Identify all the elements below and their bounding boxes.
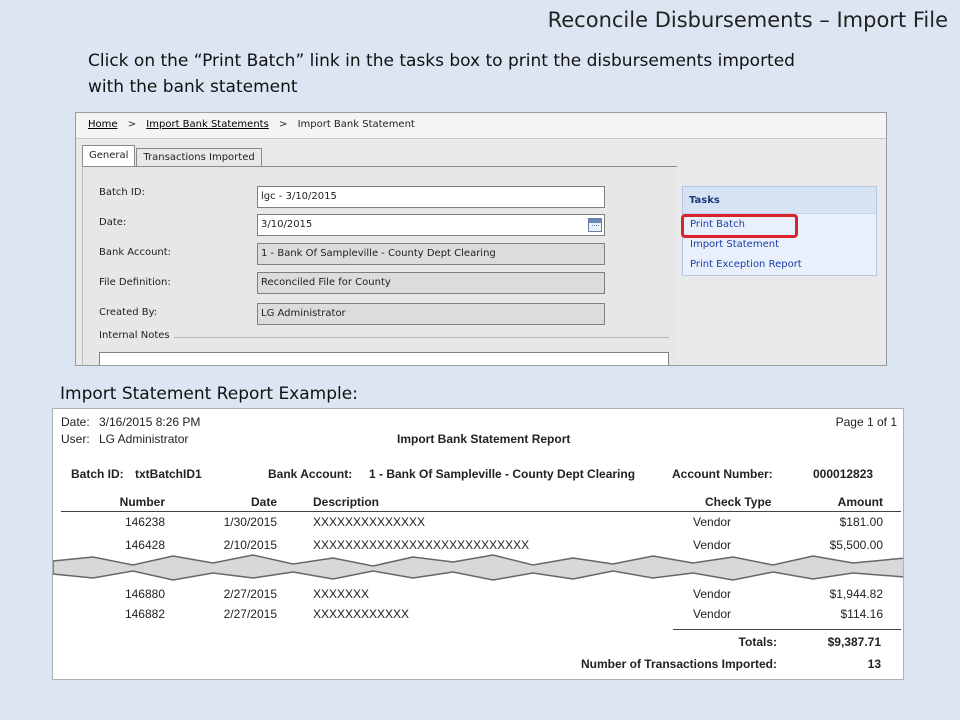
- report-batch-id-label: Batch ID:: [71, 467, 124, 481]
- row-amount: $181.00: [839, 515, 883, 529]
- row-check-type: Vendor: [693, 515, 732, 529]
- breadcrumb: Home > Import Bank Statements > Import B…: [76, 113, 886, 139]
- col-amount-header: Amount: [837, 495, 883, 509]
- row-description: XXXXXXX: [313, 587, 370, 601]
- report-user-label: User:: [61, 432, 90, 446]
- date-field[interactable]: 3/10/2015: [257, 214, 605, 236]
- row-description: XXXXXXXXXXXX: [313, 607, 410, 621]
- batch-id-label: Batch ID:: [99, 187, 145, 198]
- report-image: Date: 3/16/2015 8:26 PM User: LG Adminis…: [52, 408, 904, 680]
- date-label: Date:: [99, 217, 127, 228]
- task-import-statement-link[interactable]: Import Statement: [683, 236, 876, 256]
- col-date-header: Date: [250, 495, 277, 509]
- col-check-type-header: Check Type: [705, 495, 772, 509]
- created-by-field: LG Administrator: [257, 303, 605, 325]
- breadcrumb-current: Import Bank Statement: [297, 119, 415, 130]
- row-date: 1/30/2015: [223, 515, 277, 529]
- internal-notes-input[interactable]: [99, 352, 669, 365]
- totals-label: Totals:: [738, 635, 777, 649]
- breadcrumb-separator: >: [127, 119, 137, 130]
- report-caption: Import Statement Report Example:: [60, 384, 358, 404]
- tab-general[interactable]: General: [82, 145, 136, 167]
- table-row: 146880 2/27/2015 XXXXXXX Vendor $1,944.8…: [53, 587, 903, 605]
- file-definition-label: File Definition:: [99, 277, 171, 288]
- header-rule: [61, 511, 901, 512]
- tasks-header: Tasks: [683, 187, 876, 214]
- batch-id-field[interactable]: lgc - 3/10/2015: [257, 186, 605, 208]
- row-description: XXXXXXXXXXXXXX: [313, 515, 426, 529]
- calendar-icon[interactable]: [588, 218, 602, 232]
- table-row: 146238 1/30/2015 XXXXXXXXXXXXXX Vendor $…: [53, 515, 903, 533]
- task-print-exception-report-link[interactable]: Print Exception Report: [683, 256, 876, 276]
- totals-rule: [673, 629, 901, 630]
- totals-value: $9,387.71: [827, 635, 881, 649]
- report-date-label: Date:: [61, 415, 90, 429]
- breadcrumb-separator: >: [278, 119, 288, 130]
- transaction-count-label: Number of Transactions Imported:: [580, 657, 777, 671]
- bank-account-label: Bank Account:: [99, 247, 172, 258]
- file-definition-field: Reconciled File for County: [257, 272, 605, 294]
- slide-title: Reconcile Disbursements – Import File: [547, 8, 948, 32]
- row-check-type: Vendor: [693, 607, 732, 621]
- created-by-label: Created By:: [99, 307, 158, 318]
- breadcrumb-home-link[interactable]: Home: [88, 119, 118, 130]
- bank-account-field: 1 - Bank Of Sampleville - County Dept Cl…: [257, 243, 605, 265]
- torn-paper-divider: [53, 554, 903, 581]
- general-panel: Batch ID: lgc - 3/10/2015 Date: 3/10/201…: [82, 166, 677, 365]
- table-row: 146882 2/27/2015 XXXXXXXXXXXX Vendor $11…: [53, 607, 903, 625]
- col-description-header: Description: [313, 495, 380, 509]
- report-title: Import Bank Statement Report: [397, 432, 571, 446]
- report-account-number-value: 000012823: [813, 467, 874, 481]
- row-check-type: Vendor: [693, 587, 732, 601]
- row-date: 2/27/2015: [223, 587, 277, 601]
- row-number: 146238: [124, 515, 165, 529]
- breadcrumb-import-bank-statements-link[interactable]: Import Bank Statements: [146, 119, 269, 130]
- report-page-number: Page 1 of 1: [835, 415, 897, 429]
- report-bank-account-value: 1 - Bank Of Sampleville - County Dept Cl…: [369, 467, 636, 481]
- row-amount: $1,944.82: [829, 587, 883, 601]
- report-batch-id-value: txtBatchID1: [135, 467, 202, 481]
- print-batch-highlight: [681, 214, 798, 238]
- row-amount: $114.16: [840, 607, 884, 621]
- tab-transactions-imported[interactable]: Transactions Imported: [136, 148, 262, 167]
- row-number: 146880: [124, 587, 165, 601]
- row-number: 146882: [124, 607, 165, 621]
- transaction-count-value: 13: [867, 657, 881, 671]
- report-date-value: 3/16/2015 8:26 PM: [99, 415, 201, 429]
- instruction-text: Click on the “Print Batch” link in the t…: [88, 51, 795, 97]
- app-window: Home > Import Bank Statements > Import B…: [75, 112, 887, 366]
- report-account-number-label: Account Number:: [672, 467, 773, 481]
- row-date: 2/27/2015: [223, 607, 277, 621]
- date-value: 3/10/2015: [261, 219, 313, 230]
- notes-divider: [161, 337, 669, 338]
- tab-strip: General Transactions Imported: [82, 145, 263, 167]
- col-number-header: Number: [119, 495, 165, 509]
- report-user-value: LG Administrator: [99, 432, 189, 446]
- report-bank-account-label: Bank Account:: [268, 467, 353, 481]
- internal-notes-label: Internal Notes: [99, 330, 174, 341]
